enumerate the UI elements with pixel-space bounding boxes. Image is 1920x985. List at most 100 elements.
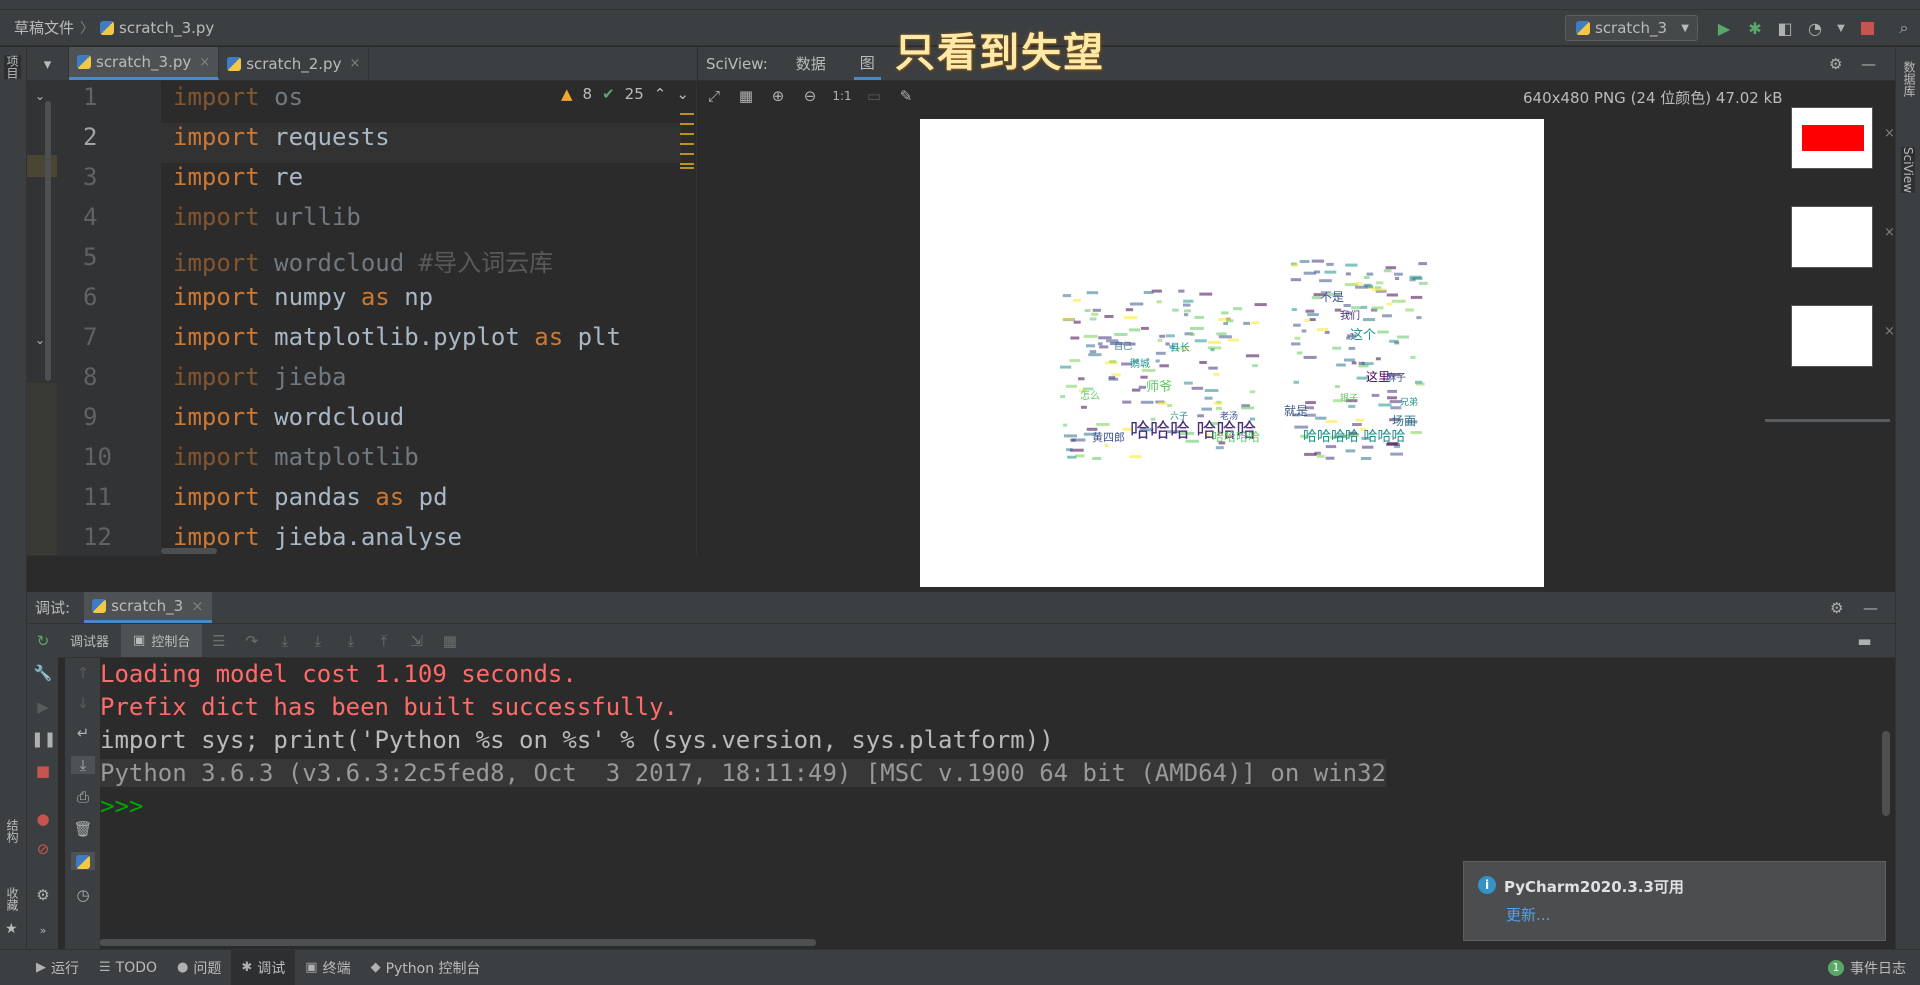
code-line[interactable]: import requests [173, 123, 390, 151]
python-console-icon[interactable] [71, 852, 95, 870]
wrench-icon[interactable]: 🔧 [31, 664, 55, 682]
console-vertical-scrollbar[interactable] [1882, 731, 1890, 816]
gear-icon[interactable]: ⚙ [31, 886, 55, 904]
code-line[interactable]: import numpy as np [173, 283, 433, 311]
step-over-icon[interactable]: ↷ [235, 632, 268, 650]
console-horizontal-scrollbar[interactable] [100, 939, 816, 946]
background-icon[interactable]: ▭ [858, 87, 890, 105]
project-tool-button[interactable]: 项目 [4, 55, 21, 79]
trash-icon[interactable]: 🗑 [71, 820, 95, 838]
run-icon[interactable]: ▶ [1713, 17, 1735, 39]
run-configuration-select[interactable]: scratch_3 ▼ [1565, 15, 1698, 41]
plot-thumbnail[interactable]: × [1791, 107, 1895, 169]
step-out-icon[interactable]: ⤒ [367, 632, 400, 650]
tool-window-python-console[interactable]: ◆ Python 控制台 [361, 950, 491, 985]
layout-icon[interactable]: ▬ [1848, 632, 1881, 650]
chevron-down-icon[interactable]: ▼ [1830, 17, 1852, 39]
minimize-icon[interactable]: — [1863, 599, 1878, 617]
chevron-down-icon[interactable]: ⌄ [35, 333, 45, 347]
tool-window-problems[interactable]: ● 问题 [167, 950, 231, 985]
breadcrumb-file[interactable]: scratch_3.py [119, 19, 214, 37]
tool-window-todo[interactable]: ☰ TODO [89, 950, 167, 985]
run-to-cursor-icon[interactable]: ⇲ [400, 632, 433, 650]
editor-horizontal-scrollbar[interactable] [161, 548, 217, 554]
code-line[interactable]: import re [173, 163, 303, 191]
code-line[interactable]: import os [173, 83, 303, 111]
chevron-down-icon[interactable]: ⌄ [35, 89, 45, 103]
history-icon[interactable]: ◷ [71, 886, 95, 904]
zoom-out-icon[interactable]: ⊖ [794, 87, 826, 105]
tab-debugger[interactable]: 调试器 [58, 624, 121, 657]
step-into-my-code-icon[interactable]: ⤓ [301, 632, 334, 650]
step-into-icon[interactable]: ⤓ [268, 632, 301, 650]
arrow-up-icon[interactable]: ↑ [71, 664, 95, 682]
code-line[interactable]: import wordcloud [173, 403, 404, 431]
code-line[interactable]: import matplotlib [173, 443, 419, 471]
force-step-into-icon[interactable]: ⤓ [334, 632, 367, 650]
inspection-widget[interactable]: ▲ 8 ✔ 25 ⌃ ⌄ [561, 85, 689, 103]
scroll-to-end-icon[interactable]: ⤓ [71, 756, 95, 774]
mute-breakpoints-icon[interactable]: ⊘ [31, 840, 55, 858]
color-picker-icon[interactable]: ✎ [890, 87, 922, 105]
tab-list-icon[interactable]: ▾ [27, 47, 69, 80]
pause-icon[interactable]: ❚❚ [31, 730, 56, 748]
coverage-icon[interactable]: ◧ [1774, 17, 1796, 39]
plot-thumbnail[interactable]: × [1791, 206, 1895, 268]
evaluate-icon[interactable]: ▦ [433, 632, 466, 650]
fit-to-window-icon[interactable]: ⤢ [698, 87, 730, 105]
close-icon[interactable]: × [199, 55, 210, 70]
tool-window-terminal[interactable]: ▣ 终端 [295, 950, 360, 985]
rerun-icon[interactable]: ↻ [31, 632, 55, 650]
chevron-up-icon[interactable]: ⌃ [654, 85, 667, 103]
more-icon[interactable]: » [31, 924, 55, 937]
profile-icon[interactable]: ◔ [1804, 17, 1826, 39]
resume-icon[interactable]: ▶ [31, 698, 55, 716]
tool-window-run[interactable]: ▶ 运行 [26, 950, 89, 985]
arrow-down-icon[interactable]: ↓ [71, 694, 95, 712]
structure-tool-button[interactable]: 结构 [4, 819, 21, 843]
tab-scratch-2[interactable]: scratch_2.py × [219, 47, 370, 80]
tab-debug-scratch-3[interactable]: scratch_3 × [84, 592, 212, 623]
code-line[interactable]: import pandas as pd [173, 483, 448, 511]
stop-icon[interactable] [1856, 17, 1878, 39]
search-icon[interactable]: ⌕ [1893, 17, 1915, 39]
code-line[interactable]: import jieba [173, 363, 346, 391]
soft-wrap-icon[interactable]: ↵ [71, 724, 95, 742]
code-line[interactable]: import wordcloud #导入词云库 [173, 243, 553, 278]
tab-data[interactable]: 数据 [790, 47, 832, 80]
minimize-icon[interactable]: — [1861, 55, 1876, 73]
close-icon[interactable]: × [191, 597, 204, 615]
gear-icon[interactable]: ⚙ [1829, 55, 1842, 73]
code-line[interactable]: import matplotlib.pyplot as plt [173, 323, 621, 351]
actual-size-button[interactable]: 1:1 [826, 89, 858, 103]
print-icon[interactable]: ⎙ [71, 788, 95, 806]
grid-icon[interactable]: ▦ [730, 87, 762, 105]
breadcrumb-root[interactable]: 草稿文件 [14, 17, 74, 38]
tab-console[interactable]: ▣ 控制台 [121, 624, 203, 657]
debug-bug-icon[interactable]: ✱ [1744, 17, 1766, 39]
sciview-tool-button[interactable]: SciView [1901, 147, 1915, 194]
close-icon[interactable]: × [349, 56, 360, 71]
close-icon[interactable]: × [1884, 324, 1895, 339]
list-icon[interactable]: ☰ [202, 632, 235, 650]
stop-icon[interactable]: ■ [31, 762, 55, 780]
tool-window-debug[interactable]: ✱ 调试 [231, 950, 296, 985]
zoom-in-icon[interactable]: ⊕ [762, 87, 794, 105]
tab-plots[interactable]: 图 [853, 47, 881, 80]
favorites-tool-button[interactable]: 收藏 [4, 887, 21, 911]
tab-scratch-3[interactable]: scratch_3.py × [69, 47, 220, 80]
gear-icon[interactable]: ⚙ [1830, 599, 1843, 617]
code-editor[interactable]: ▲ 8 ✔ 25 ⌃ ⌄ import os import requests imp… [161, 81, 697, 556]
event-log-button[interactable]: 1 事件日志 [1828, 950, 1906, 985]
close-icon[interactable]: × [1884, 126, 1895, 141]
update-link[interactable]: 更新... [1506, 904, 1550, 925]
chevron-down-icon[interactable]: ⌄ [676, 85, 689, 103]
plot-thumbnail[interactable]: × [1791, 305, 1895, 367]
close-icon[interactable]: × [1884, 225, 1895, 240]
code-line[interactable]: import jieba.analyse [173, 523, 462, 551]
view-breakpoints-icon[interactable]: ● [31, 810, 55, 828]
project-scrollbar[interactable] [45, 101, 51, 381]
database-tool-button[interactable]: 数据库 [1901, 61, 1918, 97]
error-stripe-markers[interactable] [680, 113, 694, 177]
code-line[interactable]: import urllib [173, 203, 361, 231]
